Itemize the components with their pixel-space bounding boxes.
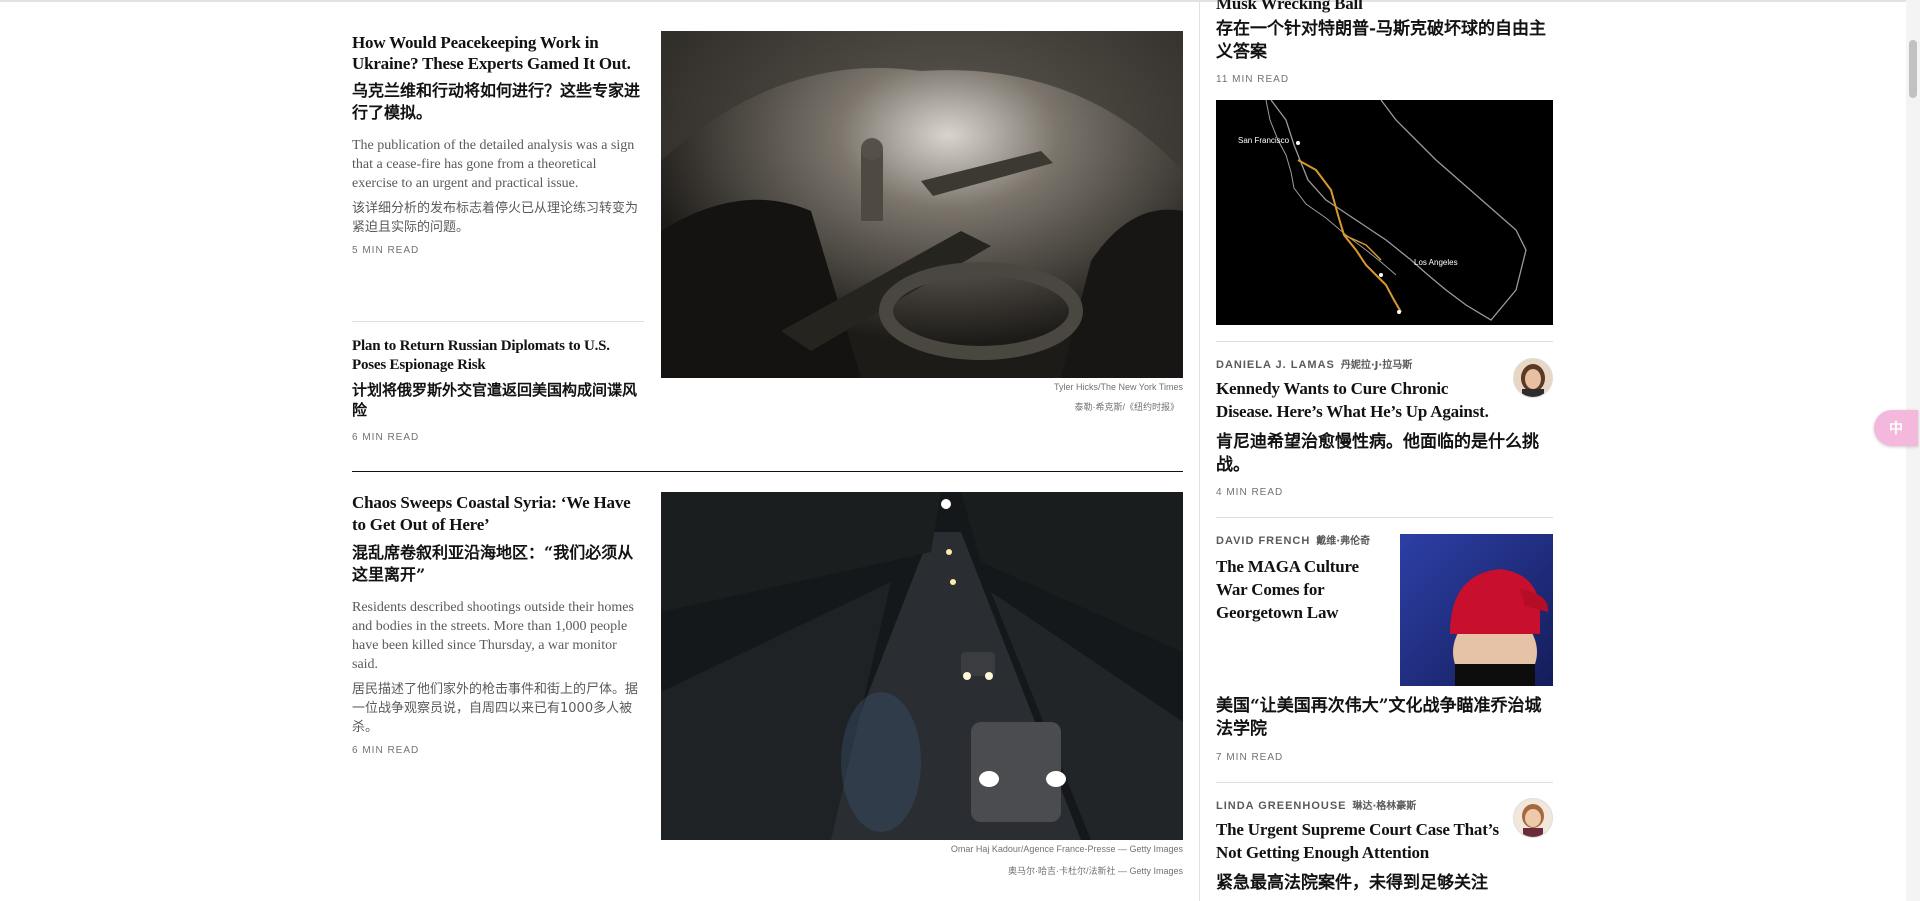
byline-zh: 戴维·弗伦奇 (1316, 536, 1371, 547)
translate-label: 中 (1889, 421, 1903, 437)
story-headline-en[interactable]: Plan to Return Russian Diplomats to U.S.… (352, 337, 644, 375)
read-time: 6 MIN READ (352, 745, 420, 756)
story-russian-diplomats[interactable]: Plan to Return Russian Diplomats to U.S.… (352, 337, 644, 443)
section-divider (352, 471, 1183, 472)
story-headline-zh[interactable]: 计划将俄罗斯外交官遣返回美国构成间谍风险 (352, 380, 644, 420)
map-label-san-francisco: San Francisco (1238, 136, 1290, 145)
opinion-story-musk[interactable]: Musk Wrecking Ball 存在一个针对特朗普-马斯克破坏球的自由主义… (1216, 0, 1556, 85)
byline[interactable]: DANIELA J. LAMAS 丹妮拉·J·拉马斯 (1216, 356, 1553, 371)
story-headline-en[interactable]: Chaos Sweeps Coastal Syria: ‘We Have to … (352, 492, 644, 536)
avatar-linda-greenhouse[interactable] (1513, 798, 1553, 838)
translate-icon[interactable]: 中 (1874, 410, 1918, 446)
maga-hat-photo-illustration (1400, 534, 1553, 686)
byline-en[interactable]: DAVID FRENCH (1216, 535, 1310, 547)
story-headline-en[interactable]: Musk Wrecking Ball (1216, 0, 1556, 14)
story-summary-zh: 该详细分析的发布标志着停火已从理论练习转变为紧迫且实际的问题。 (352, 201, 639, 235)
story-headline-zh[interactable]: 乌克兰维和行动将如何进行？这些专家进行了模拟。 (352, 80, 644, 124)
page-scrollbar[interactable] (1906, 0, 1920, 901)
read-time: 5 MIN READ (352, 245, 420, 256)
divider (1216, 517, 1553, 518)
photo-credit-en: Omar Haj Kadour/Agence France-Presse — G… (950, 844, 1183, 854)
story-summary-en: Residents described shootings outside th… (352, 600, 634, 672)
story-headline-zh[interactable]: 存在一个针对特朗普-马斯克破坏球的自由主义答案 (1216, 18, 1556, 64)
opinion-story-lamas[interactable]: DANIELA J. LAMAS 丹妮拉·J·拉马斯 Kennedy Wants … (1216, 356, 1553, 498)
maga-hat-photo[interactable] (1400, 534, 1553, 686)
story-headline-zh[interactable]: 肯尼迪希望治愈慢性病。他面临的是什么挑战。 (1216, 431, 1553, 477)
syria-road-photo[interactable] (661, 492, 1183, 840)
california-map[interactable]: San Francisco Los Angeles (1216, 100, 1553, 325)
avatar-daniela-lamas[interactable] (1513, 358, 1553, 398)
byline-en[interactable]: LINDA GREENHOUSE (1216, 800, 1347, 812)
avatar-portrait (1514, 799, 1552, 837)
divider (1216, 782, 1553, 783)
byline-zh: 琳达·格林豪斯 (1352, 801, 1417, 812)
byline[interactable]: LINDA GREENHOUSE 琳达·格林豪斯 (1216, 797, 1553, 812)
column-divider (1199, 0, 1200, 901)
story-headline-en[interactable]: The MAGA Culture War Comes for Georgetow… (1216, 555, 1376, 624)
byline-zh: 丹妮拉·J·拉马斯 (1340, 360, 1413, 371)
read-time: 7 MIN READ (1216, 752, 1284, 763)
photo-credit-zh: 奥马尔·哈吉·卡杜尔/法新社 — Getty Images (1007, 866, 1183, 876)
read-time: 11 MIN READ (1216, 74, 1290, 85)
syria-road-photo-illustration (661, 492, 1183, 840)
avatar-portrait (1514, 359, 1552, 397)
story-syria-coast[interactable]: Chaos Sweeps Coastal Syria: ‘We Have to … (352, 492, 644, 756)
story-summary-zh: 居民描述了他们家外的枪击事件和街上的尸体。据一位战争观察员说，自周四以来已有10… (352, 682, 639, 735)
story-headline-en[interactable]: The Urgent Supreme Court Case That’s Not… (1216, 818, 1504, 864)
story-headline-zh[interactable]: 混乱席卷叙利亚沿海地区：“我们必须从这里离开” (352, 542, 644, 586)
story-headline-en[interactable]: Kennedy Wants to Cure Chronic Disease. H… (1216, 377, 1504, 423)
story-headline-en[interactable]: How Would Peacekeeping Work in Ukraine? … (352, 32, 644, 74)
story-summary-en: The publication of the detailed analysis… (352, 138, 635, 191)
read-time: 4 MIN READ (1216, 487, 1284, 498)
california-map-illustration (1216, 100, 1553, 325)
opinion-story-greenhouse[interactable]: LINDA GREENHOUSE 琳达·格林豪斯 The Urgent Supre… (1216, 797, 1553, 895)
scrollbar-thumb[interactable] (1909, 40, 1917, 98)
story-headline-zh[interactable]: 美国“让美国再次伟大”文化战争瞄准乔治城法学院 (1216, 695, 1553, 741)
byline-en[interactable]: DANIELA J. LAMAS (1216, 359, 1335, 371)
read-time: 6 MIN READ (352, 432, 420, 443)
top-border (0, 0, 1920, 2)
divider (1216, 341, 1553, 342)
map-label-los-angeles: Los Angeles (1414, 258, 1458, 267)
story-ukraine-peacekeeping[interactable]: How Would Peacekeeping Work in Ukraine? … (352, 32, 644, 256)
artillery-photo-illustration (661, 31, 1183, 378)
artillery-photo[interactable] (661, 31, 1183, 378)
photo-credit-en: Tyler Hicks/The New York Times (1053, 382, 1183, 392)
photo-credit-zh: 泰勒·希克斯/《纽约时报》 (1074, 402, 1180, 412)
divider (352, 321, 644, 322)
story-headline-zh[interactable]: 紧急最高法院案件，未得到足够关注 (1216, 872, 1553, 895)
